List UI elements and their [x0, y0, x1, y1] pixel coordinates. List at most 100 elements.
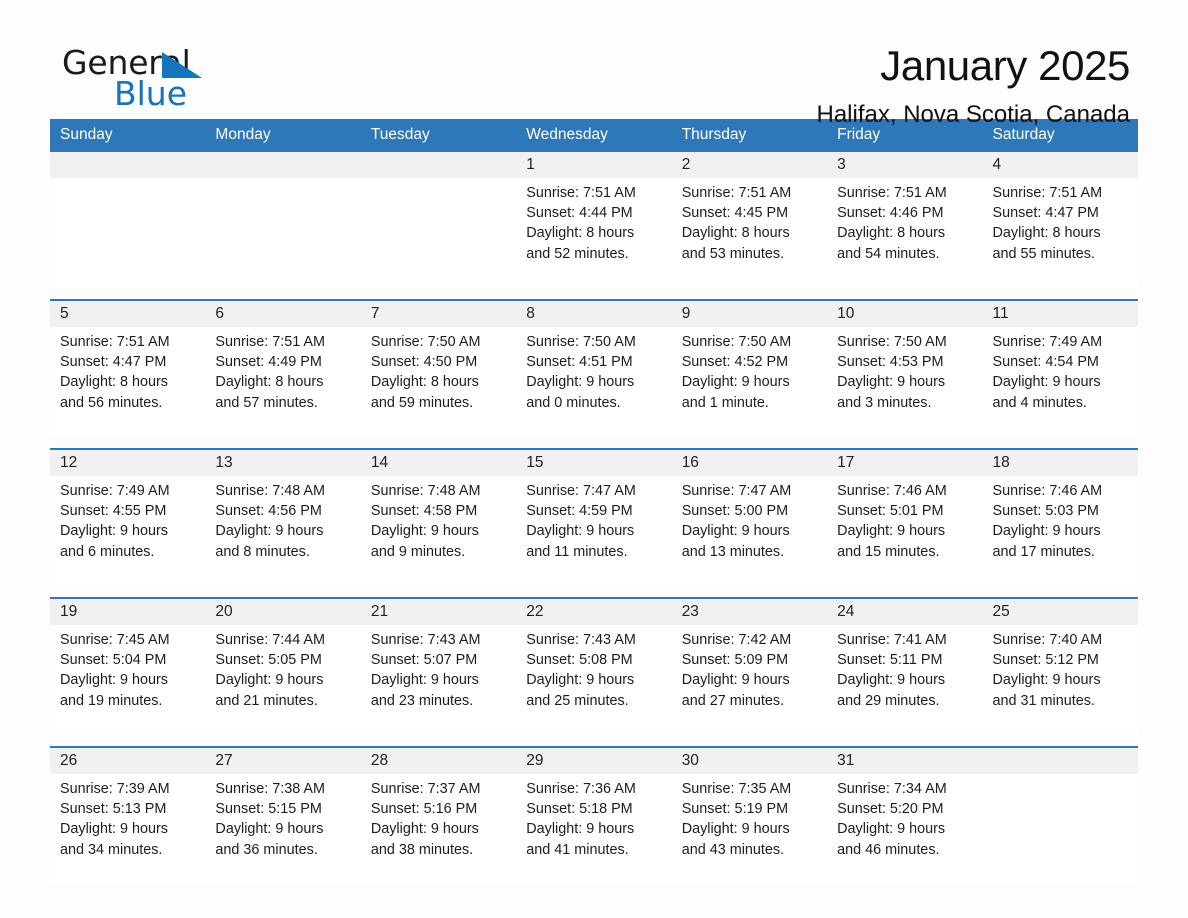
- day-number-cell[interactable]: 2: [671, 152, 828, 178]
- week-spacer-cell: [50, 585, 1138, 598]
- sunrise-line: Sunrise: 7:43 AM: [526, 632, 636, 648]
- day-detail-cell[interactable]: Sunrise: 7:51 AM Sunset: 4:49 PM Daylight:…: [205, 327, 361, 436]
- day-detail-cell[interactable]: Sunrise: 7:40 AM Sunset: 5:12 PM Daylight:…: [982, 625, 1138, 734]
- sunrise-line: Sunrise: 7:50 AM: [526, 334, 636, 350]
- day-number-cell[interactable]: 27: [205, 746, 361, 774]
- weekday-header-sunday: Sunday: [50, 119, 206, 152]
- sunrise-line: Sunrise: 7:49 AM: [992, 334, 1103, 350]
- day-number-cell[interactable]: 15: [516, 448, 672, 476]
- day-detail-cell[interactable]: Sunrise: 7:51 AM Sunset: 4:47 PM Daylight:…: [50, 327, 206, 436]
- sunrise-line: Sunrise: 7:47 AM: [681, 483, 792, 499]
- day-number-cell[interactable]: 1: [516, 152, 672, 178]
- day-number-cell[interactable]: 12: [50, 448, 206, 476]
- sunrise-line: Sunrise: 7:34 AM: [837, 781, 947, 797]
- day-number-cell[interactable]: 24: [827, 597, 983, 625]
- sunset-line: Sunset: 5:01 PM: [837, 503, 944, 520]
- daylight-line: Daylight: 9 hours: [681, 821, 790, 838]
- day-detail-cell[interactable]: Sunrise: 7:49 AM Sunset: 4:55 PM Daylight:…: [50, 476, 206, 585]
- sunrise-line: Sunrise: 7:49 AM: [60, 483, 170, 499]
- day-number-cell[interactable]: 11: [982, 299, 1138, 327]
- sunset-line: Sunset: 4:56 PM: [215, 503, 322, 520]
- day-number-cell[interactable]: 14: [360, 448, 517, 476]
- day-detail-cell[interactable]: Sunrise: 7:38 AM Sunset: 5:15 PM Daylight:…: [205, 774, 361, 883]
- daylight-line: and 57 minutes.: [215, 394, 318, 411]
- day-number-cell[interactable]: 9: [671, 299, 828, 327]
- sunset-line: Sunset: 5:00 PM: [681, 503, 789, 520]
- weekday-header-wednesday: Wednesday: [516, 119, 672, 152]
- day-number-cell[interactable]: 4: [982, 152, 1138, 178]
- sunset-line: Sunset: 5:07 PM: [370, 652, 478, 669]
- sunrise-line: Sunrise: 7:46 AM: [837, 483, 947, 499]
- sunset-line: Sunset: 4:54 PM: [992, 354, 1099, 371]
- daylight-line: and 3 minutes.: [837, 394, 932, 411]
- weekday-header-monday: Monday: [205, 119, 361, 152]
- day-number-cell[interactable]: 25: [982, 597, 1138, 625]
- day-number-cell[interactable]: 22: [516, 597, 672, 625]
- sunset-line: Sunset: 4:55 PM: [60, 503, 167, 520]
- day-detail-cell[interactable]: Sunrise: 7:51 AM Sunset: 4:47 PM Daylight:…: [982, 178, 1138, 287]
- day-number-cell[interactable]: 29: [516, 746, 672, 774]
- daylight-line: and 52 minutes.: [526, 245, 629, 262]
- day-detail-cell[interactable]: Sunrise: 7:51 AM Sunset: 4:44 PM Daylight:…: [516, 178, 672, 287]
- day-detail-cell[interactable]: Sunrise: 7:50 AM Sunset: 4:53 PM Daylight:…: [827, 327, 983, 436]
- day-number-cell[interactable]: 16: [671, 448, 828, 476]
- day-number-cell[interactable]: 26: [50, 746, 206, 774]
- day-detail-cell[interactable]: Sunrise: 7:46 AM Sunset: 5:01 PM Daylight:…: [827, 476, 983, 585]
- week-spacer: [50, 585, 1138, 598]
- daylight-line: and 34 minutes.: [60, 841, 163, 858]
- daylight-line: and 46 minutes.: [837, 841, 940, 858]
- day-detail-cell[interactable]: Sunrise: 7:50 AM Sunset: 4:51 PM Daylight:…: [516, 327, 672, 436]
- day-detail-cell[interactable]: Sunrise: 7:46 AM Sunset: 5:03 PM Daylight:…: [982, 476, 1138, 585]
- day-detail-cell[interactable]: Sunrise: 7:34 AM Sunset: 5:20 PM Daylight:…: [827, 774, 983, 883]
- day-number-cell[interactable]: 31: [827, 746, 983, 774]
- day-number-cell[interactable]: 5: [50, 299, 206, 327]
- sunrise-line: Sunrise: 7:47 AM: [526, 483, 636, 499]
- day-detail-cell[interactable]: Sunrise: 7:45 AM Sunset: 5:04 PM Daylight:…: [50, 625, 206, 734]
- day-number-cell[interactable]: 17: [827, 448, 983, 476]
- day-number-cell[interactable]: 30: [671, 746, 828, 774]
- daylight-line: Daylight: 8 hours: [215, 374, 324, 391]
- day-detail-cell[interactable]: Sunrise: 7:48 AM Sunset: 4:56 PM Daylight:…: [205, 476, 361, 585]
- day-detail-cell[interactable]: Sunrise: 7:44 AM Sunset: 5:05 PM Daylight:…: [205, 625, 361, 734]
- day-detail-cell[interactable]: Sunrise: 7:43 AM Sunset: 5:07 PM Daylight:…: [360, 625, 517, 734]
- daylight-line: Daylight: 8 hours: [60, 374, 168, 391]
- day-detail-cell[interactable]: Sunrise: 7:43 AM Sunset: 5:08 PM Daylight:…: [516, 625, 672, 734]
- daylight-line: and 43 minutes.: [681, 841, 785, 858]
- day-detail-cell[interactable]: Sunrise: 7:41 AM Sunset: 5:11 PM Daylight:…: [827, 625, 983, 734]
- day-number-cell[interactable]: 20: [205, 597, 361, 625]
- day-detail-cell[interactable]: Sunrise: 7:48 AM Sunset: 4:58 PM Daylight:…: [360, 476, 517, 585]
- day-detail-cell[interactable]: Sunrise: 7:47 AM Sunset: 5:00 PM Daylight:…: [671, 476, 828, 585]
- day-detail-cell[interactable]: Sunrise: 7:42 AM Sunset: 5:09 PM Daylight:…: [671, 625, 828, 734]
- day-detail-cell[interactable]: Sunrise: 7:49 AM Sunset: 4:54 PM Daylight:…: [982, 327, 1138, 436]
- day-number-cell[interactable]: 13: [205, 448, 361, 476]
- sunrise-line: Sunrise: 7:51 AM: [992, 185, 1103, 201]
- daylight-line: Daylight: 9 hours: [60, 523, 168, 540]
- day-number-cell[interactable]: 18: [982, 448, 1138, 476]
- day-number-cell[interactable]: 7: [360, 299, 517, 327]
- day-number-cell[interactable]: 28: [360, 746, 517, 774]
- day-number-cell[interactable]: 19: [50, 597, 206, 625]
- day-number-cell[interactable]: 3: [827, 152, 983, 178]
- sunrise-line: Sunrise: 7:36 AM: [526, 781, 636, 797]
- daylight-line: Daylight: 8 hours: [992, 225, 1101, 242]
- day-detail-cell[interactable]: Sunrise: 7:50 AM Sunset: 4:52 PM Daylight:…: [671, 327, 828, 436]
- daylight-line: Daylight: 8 hours: [837, 225, 946, 242]
- day-number-cell[interactable]: 23: [671, 597, 828, 625]
- day-detail-cell[interactable]: Sunrise: 7:51 AM Sunset: 4:46 PM Daylight:…: [827, 178, 983, 287]
- day-number-cell[interactable]: 6: [205, 299, 361, 327]
- daylight-line: and 29 minutes.: [837, 692, 940, 709]
- day-detail-cell[interactable]: Sunrise: 7:51 AM Sunset: 4:45 PM Daylight:…: [671, 178, 828, 287]
- day-detail-cell[interactable]: Sunrise: 7:39 AM Sunset: 5:13 PM Daylight:…: [50, 774, 206, 883]
- sunrise-line: Sunrise: 7:51 AM: [837, 185, 947, 201]
- sunset-line: Sunset: 4:58 PM: [370, 503, 478, 520]
- day-detail-cell[interactable]: Sunrise: 7:37 AM Sunset: 5:16 PM Daylight:…: [360, 774, 517, 883]
- sunrise-line: Sunrise: 7:50 AM: [370, 334, 481, 350]
- day-number-cell[interactable]: 21: [360, 597, 517, 625]
- day-number-cell[interactable]: 10: [827, 299, 983, 327]
- day-detail-cell[interactable]: Sunrise: 7:47 AM Sunset: 4:59 PM Daylight:…: [516, 476, 672, 585]
- day-detail-cell[interactable]: Sunrise: 7:36 AM Sunset: 5:18 PM Daylight:…: [516, 774, 672, 883]
- day-detail-cell[interactable]: Sunrise: 7:35 AM Sunset: 5:19 PM Daylight:…: [671, 774, 828, 883]
- day-number-cell[interactable]: 8: [516, 299, 672, 327]
- day-detail-cell[interactable]: Sunrise: 7:50 AM Sunset: 4:50 PM Daylight:…: [360, 327, 517, 436]
- daylight-line: Daylight: 9 hours: [526, 672, 635, 689]
